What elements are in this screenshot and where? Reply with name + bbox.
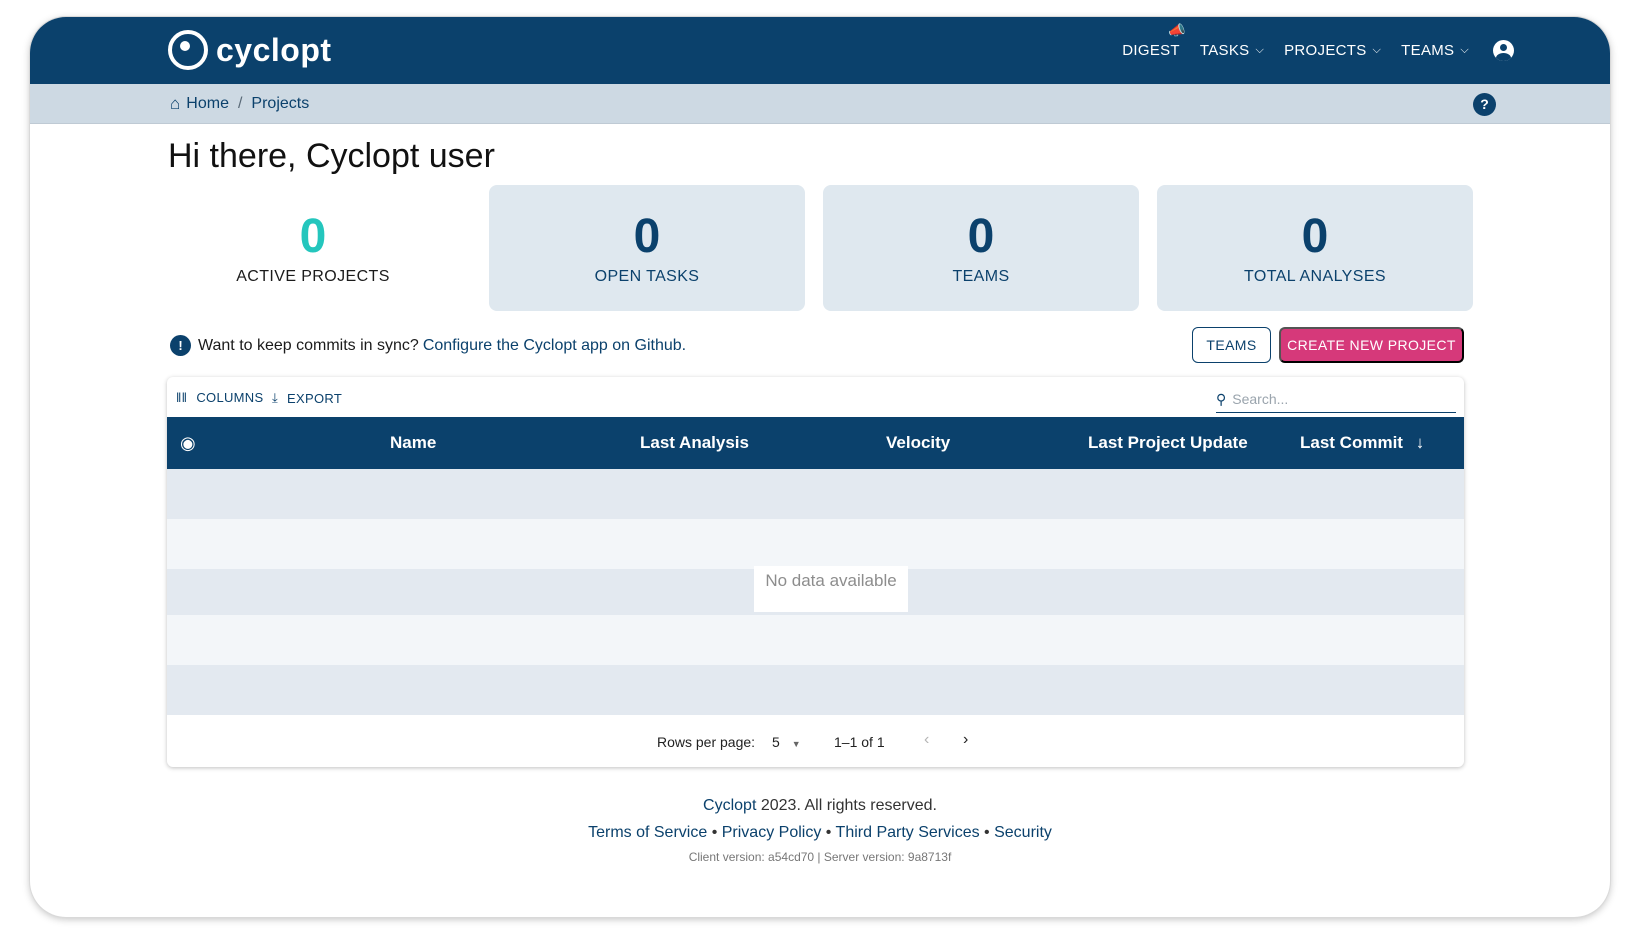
footer-dot: •: [711, 824, 718, 841]
stat-label: OPEN TASKS: [594, 268, 700, 285]
nav-teams-label: TEAMS: [1401, 42, 1455, 59]
rows-per-page-label: Rows per page:: [657, 734, 756, 750]
sync-text: Want to keep commits in sync?: [198, 336, 419, 354]
rows-per-page-value: 5: [772, 734, 780, 750]
logo[interactable]: cyclopt: [168, 30, 332, 70]
help-icon[interactable]: ?: [1473, 93, 1496, 116]
projects-table: ‖‖ COLUMNS ⤓ EXPORT ⚲ ◉ Name Last Analys…: [167, 377, 1464, 767]
nav-projects[interactable]: PROJECTS ⌵: [1284, 42, 1381, 59]
app-window: cyclopt DIGEST 📣 TASKS ⌵ PROJECTS ⌵ TEAM…: [30, 17, 1610, 917]
teams-button[interactable]: TEAMS: [1192, 327, 1271, 363]
column-header-last-project-update[interactable]: Last Project Update: [1088, 433, 1248, 453]
version-info: Client version: a54cd70 | Server version…: [688, 850, 952, 864]
table-toolbar: ‖‖ COLUMNS ⤓ EXPORT ⚲: [167, 377, 1464, 417]
nav-teams[interactable]: TEAMS ⌵: [1401, 42, 1469, 59]
table-search: ⚲: [1216, 386, 1456, 413]
breadcrumb-home[interactable]: Home: [186, 95, 229, 113]
column-header-velocity[interactable]: Velocity: [886, 433, 950, 453]
footer: Cyclopt 2023. All rights reserved. Terms…: [30, 797, 1610, 864]
table-row: [167, 469, 1464, 519]
footer-links: Terms of Service • Privacy Policy • Thir…: [30, 824, 1610, 842]
columns-button[interactable]: ‖‖ COLUMNS: [176, 390, 263, 405]
stat-value: 0: [967, 210, 995, 263]
column-header-name[interactable]: Name: [390, 433, 436, 453]
stat-value: 0: [1301, 210, 1329, 263]
export-button[interactable]: ⤓ EXPORT: [272, 390, 342, 406]
footer-brand-link[interactable]: Cyclopt: [703, 797, 756, 814]
terms-of-service-link[interactable]: Terms of Service: [588, 824, 707, 841]
privacy-policy-link[interactable]: Privacy Policy: [722, 824, 822, 841]
nav-tasks-label: TASKS: [1199, 42, 1250, 59]
stat-label: ACTIVE PROJECTS: [236, 268, 390, 285]
nav-digest-label: DIGEST: [1122, 42, 1180, 59]
table-row: [167, 519, 1464, 569]
home-icon[interactable]: ⌂: [170, 94, 180, 114]
columns-icon: ‖‖: [176, 390, 188, 405]
chevron-left-icon[interactable]: ‹: [924, 731, 929, 749]
stat-open-tasks[interactable]: 0 OPEN TASKS: [489, 185, 805, 311]
footer-dot: •: [825, 824, 832, 841]
user-account-icon[interactable]: [1493, 40, 1514, 61]
megaphone-icon: 📣: [1168, 22, 1186, 38]
info-icon: !: [170, 335, 191, 356]
stat-active-projects: 0 ACTIVE PROJECTS: [155, 185, 471, 311]
pagination: Rows per page: 5 ▼ 1–1 of 1 ‹ ›: [167, 717, 1464, 767]
logo-text: cyclopt: [216, 31, 332, 68]
page-title: Hi there, Cyclopt user: [168, 137, 495, 175]
stat-total-analyses[interactable]: 0 TOTAL ANALYSES: [1157, 185, 1473, 311]
export-icon: ⤓: [272, 390, 279, 405]
stat-label: TEAMS: [952, 268, 1010, 285]
columns-label: COLUMNS: [196, 390, 264, 405]
third-party-services-link[interactable]: Third Party Services: [836, 824, 980, 841]
table-row: [167, 615, 1464, 665]
breadcrumb-current: Projects: [251, 95, 310, 112]
rows-per-page-select[interactable]: 5 ▼: [772, 734, 801, 750]
copyright-text: 2023. All rights reserved.: [760, 797, 937, 814]
empty-state-text: No data available: [754, 566, 908, 612]
export-label: EXPORT: [287, 390, 343, 406]
stat-value: 0: [633, 210, 661, 263]
github-sync-notice: ! Want to keep commits in sync? Configur…: [170, 335, 686, 356]
main-nav: DIGEST 📣 TASKS ⌵ PROJECTS ⌵ TEAMS ⌵: [1102, 17, 1514, 84]
sort-arrow-down-icon: ↓: [1415, 433, 1425, 452]
create-new-project-button[interactable]: CREATE NEW PROJECT: [1279, 327, 1464, 363]
chevron-right-icon[interactable]: ›: [963, 731, 968, 749]
breadcrumb-separator: /: [237, 95, 243, 112]
security-link[interactable]: Security: [994, 824, 1052, 841]
nav-projects-label: PROJECTS: [1284, 42, 1367, 59]
stat-teams[interactable]: 0 TEAMS: [823, 185, 1139, 311]
column-header-last-commit-label: Last Commit: [1300, 433, 1403, 452]
pagination-range: 1–1 of 1: [834, 734, 885, 750]
search-icon: ⚲: [1216, 390, 1227, 407]
breadcrumb: ⌂ Home / Projects: [170, 94, 309, 114]
nav-digest[interactable]: DIGEST 📣: [1122, 22, 1185, 59]
chevron-down-icon: ⌵: [1255, 44, 1265, 56]
column-header-last-commit[interactable]: Last Commit ↓: [1300, 433, 1424, 453]
cyclopt-logo-icon: [168, 30, 208, 70]
eye-icon[interactable]: ◉: [180, 433, 196, 454]
stat-value: 0: [299, 210, 327, 263]
search-input[interactable]: [1232, 391, 1433, 407]
configure-github-link[interactable]: Configure the Cyclopt app on Github.: [423, 337, 686, 355]
stat-label: TOTAL ANALYSES: [1244, 268, 1386, 285]
chevron-down-icon: ⌵: [1460, 44, 1469, 56]
top-navbar: cyclopt DIGEST 📣 TASKS ⌵ PROJECTS ⌵ TEAM…: [30, 17, 1610, 84]
column-header-last-analysis[interactable]: Last Analysis: [640, 433, 749, 453]
chevron-down-icon: ⌵: [1372, 44, 1382, 56]
dropdown-arrow-icon: ▼: [791, 739, 801, 749]
footer-dot: •: [984, 824, 990, 841]
table-row: [167, 665, 1464, 715]
breadcrumb-bar: ⌂ Home / Projects ?: [30, 84, 1610, 124]
copyright: Cyclopt 2023. All rights reserved.: [30, 797, 1610, 815]
table-header: ◉ Name Last Analysis Velocity Last Proje…: [167, 417, 1464, 469]
nav-tasks[interactable]: TASKS ⌵: [1200, 42, 1264, 59]
